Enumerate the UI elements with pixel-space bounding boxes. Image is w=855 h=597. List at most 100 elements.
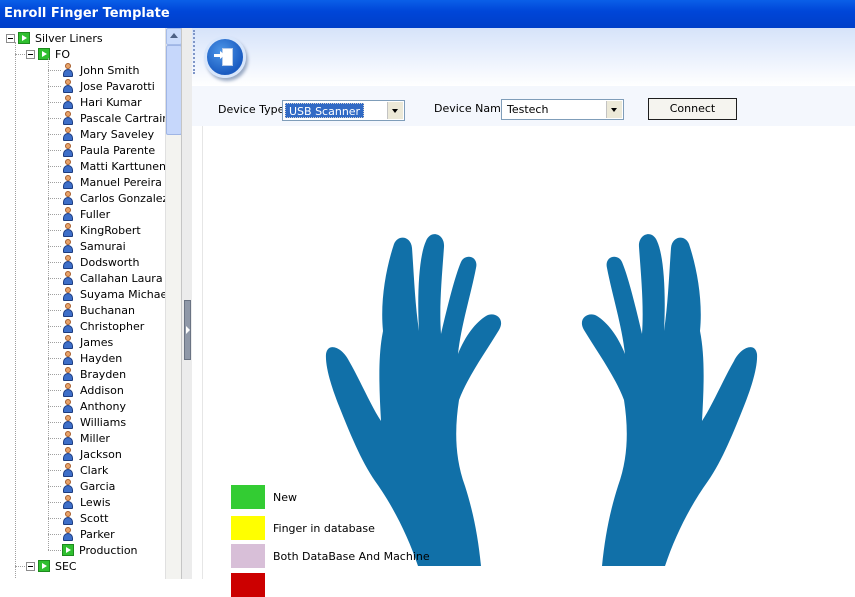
user-name: Anthony [80,399,126,413]
collapse-icon[interactable] [6,33,15,43]
tree-item-user[interactable]: John Smith [62,62,139,78]
user-name: Suyama Michael [80,287,171,301]
toolbar [192,28,855,86]
user-icon [62,255,74,269]
user-name: James [80,335,114,349]
legend-item: Both DataBase And Machine [231,544,430,568]
user-icon [62,303,74,317]
tree-item-user[interactable]: Hayden [62,350,122,366]
user-name: John Smith [80,63,140,77]
tree-item-user[interactable]: James [62,334,113,350]
user-name: Jose Pavarotti [80,79,155,93]
collapse-panel-handle[interactable] [184,300,191,360]
legend-label: Finger in database [273,521,375,535]
user-name: KingRobert [80,223,141,237]
tree-item-user[interactable]: Brayden [62,366,126,382]
user-icon [62,191,74,205]
tree-item-user[interactable]: Paula Parente [62,142,155,158]
user-icon [62,399,74,413]
device-type-select[interactable]: USB Scanner [282,100,405,121]
tree-item-user[interactable]: Addison [62,382,124,398]
tree-item-user[interactable]: KingRobert [62,222,141,238]
folder-icon [62,544,74,556]
tree-item-user[interactable]: Jose Pavarotti [62,78,155,94]
tree-item-user[interactable]: Hari Kumar [62,94,142,110]
tree-item-user[interactable]: Buchanan [62,302,135,318]
user-name: Dodsworth [80,255,140,269]
tree-item-user[interactable]: Samurai [62,238,126,254]
toolbar-grip[interactable] [193,30,198,74]
tree-item-user[interactable]: Clark [62,462,108,478]
user-icon [62,95,74,109]
tree-item-user[interactable]: Scott [62,510,108,526]
tree-item-user[interactable]: Christopher [62,318,144,334]
subfolder-label: Production [79,543,138,557]
connect-button[interactable]: Connect [648,98,737,120]
splitter[interactable] [182,28,192,579]
tree-item-user[interactable]: Garcia [62,478,115,494]
user-icon [62,335,74,349]
user-tree[interactable]: Silver Liners FO John Smith Jose Pavarotti H… [0,28,182,579]
user-name: Fuller [80,207,111,221]
user-icon [62,111,74,125]
tree-item-user[interactable]: Manuel Pereira [62,174,162,190]
tree-item-user[interactable]: Williams [62,414,126,430]
tree-item-user[interactable]: Dodsworth [62,254,139,270]
user-icon [62,319,74,333]
exit-button[interactable] [204,36,246,78]
user-name: Scott [80,511,109,525]
user-icon [62,239,74,253]
tree-item-user[interactable]: Fuller [62,206,110,222]
chevron-down-icon[interactable] [387,102,403,119]
tree-item-user[interactable]: Suyama Michael [62,286,170,302]
chevron-down-icon[interactable] [606,101,622,118]
user-icon [62,495,74,509]
tree-scrollbar[interactable] [165,28,181,579]
device-type-label: Device Type [218,103,285,116]
tree-item-user[interactable]: Callahan Laura [62,270,163,286]
tree-item-user[interactable]: Miller [62,430,110,446]
legend-swatch [231,544,265,568]
folder-icon [18,32,30,44]
tree-item-user[interactable]: Pascale Cartrain [62,110,169,126]
tree-item-user[interactable]: Matti Karttunen [62,158,166,174]
user-icon [62,63,74,77]
device-name-select[interactable]: Testech [501,99,624,120]
user-icon [62,79,74,93]
user-name: Jackson [80,447,122,461]
tree-root[interactable]: Silver Liners [6,30,103,46]
user-icon [62,351,74,365]
user-icon [62,479,74,493]
tree-group-label: SEC [55,559,77,573]
collapse-icon[interactable] [26,561,35,571]
tree-group[interactable]: SEC [26,558,77,574]
right-hand [581,234,758,567]
tree-item-user[interactable]: Anthony [62,398,126,414]
scroll-thumb[interactable] [166,45,181,135]
tree-item-folder[interactable]: Production [62,542,138,558]
user-name: Garcia [80,479,116,493]
user-icon [62,463,74,477]
user-icon [62,223,74,237]
device-settings-bar: Device Type USB Scanner Device Name Test… [192,86,855,126]
collapse-icon[interactable] [26,49,35,59]
user-icon [62,415,74,429]
folder-icon [38,560,50,572]
tree-group-label: FO [55,47,70,61]
tree-item-user[interactable]: Mary Saveley [62,126,154,142]
tree-item-user[interactable]: Lewis [62,494,111,510]
user-icon [62,383,74,397]
user-name: Paula Parente [80,143,156,157]
user-name: Miller [80,431,110,445]
scroll-up-button[interactable] [166,28,181,45]
tree-item-user[interactable]: Parker [62,526,115,542]
legend-swatch [231,573,265,597]
user-icon [62,207,74,221]
legend-swatch [231,516,265,540]
tree-item-user[interactable]: Carlos Gonzalez [62,190,168,206]
tree-item-user[interactable]: Jackson [62,446,122,462]
user-name: Parker [80,527,115,541]
device-name-label: Device Name [434,102,508,115]
legend-label: Both DataBase And Machine [273,549,430,563]
user-icon [62,527,74,541]
